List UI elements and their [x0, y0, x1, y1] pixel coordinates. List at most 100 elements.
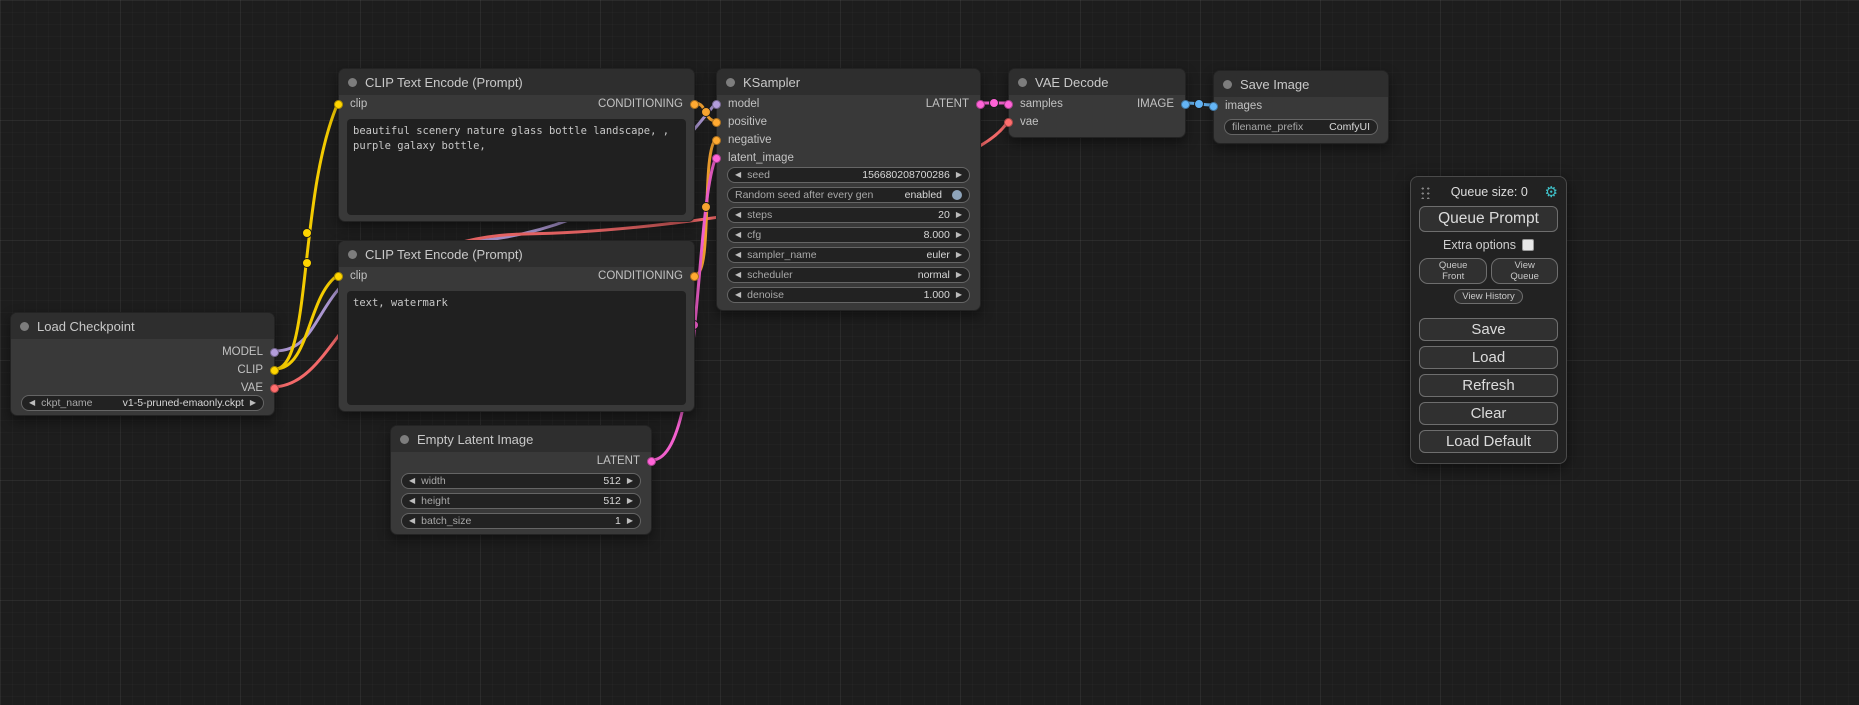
- node-load-checkpoint[interactable]: Load Checkpoint MODEL CLIP VAE ◀ ckpt_na…: [10, 312, 275, 416]
- collapse-dot-icon[interactable]: [400, 435, 409, 444]
- node-title-bar[interactable]: Empty Latent Image: [391, 426, 651, 452]
- comfyui-node-canvas[interactable]: { "colors": { "model": "#B39DDB", "clip"…: [0, 0, 1859, 705]
- input-port-vae-dot[interactable]: [1004, 118, 1013, 127]
- output-port-row: VAE: [241, 379, 279, 397]
- widget-steps[interactable]: ◀ steps 20 ▶: [727, 207, 970, 223]
- input-port-images-dot[interactable]: [1209, 102, 1218, 111]
- increment-arrow-icon[interactable]: ▶: [956, 267, 962, 283]
- widget-height[interactable]: ◀ height 512 ▶: [401, 493, 641, 509]
- node-title-bar[interactable]: CLIP Text Encode (Prompt): [339, 241, 694, 267]
- refresh-button[interactable]: Refresh: [1419, 374, 1558, 397]
- port-label-clip: clip: [350, 270, 367, 282]
- view-history-button[interactable]: View History: [1454, 289, 1523, 304]
- collapse-dot-icon[interactable]: [20, 322, 29, 331]
- node-title: CLIP Text Encode (Prompt): [365, 247, 523, 262]
- queue-prompt-button[interactable]: Queue Prompt: [1419, 206, 1558, 232]
- increment-arrow-icon[interactable]: ▶: [956, 287, 962, 303]
- widget-sampler-name[interactable]: ◀ sampler_name euler ▶: [727, 247, 970, 263]
- decrement-arrow-icon[interactable]: ◀: [735, 287, 741, 303]
- node-clip-text-encode-positive[interactable]: CLIP Text Encode (Prompt) clip CONDITION…: [338, 68, 695, 222]
- node-title-bar[interactable]: Load Checkpoint: [11, 313, 274, 339]
- node-empty-latent-image[interactable]: Empty Latent Image LATENT ◀ width 512 ▶ …: [390, 425, 652, 535]
- link-midpoint-dot: [990, 99, 999, 108]
- widget-value: ComfyUI: [1329, 119, 1370, 135]
- decrement-arrow-icon[interactable]: ◀: [409, 493, 415, 509]
- load-default-button[interactable]: Load Default: [1419, 430, 1558, 453]
- input-port-clip-dot[interactable]: [334, 100, 343, 109]
- widget-label: batch_size: [421, 513, 471, 529]
- load-button[interactable]: Load: [1419, 346, 1558, 369]
- output-port-latent-dot[interactable]: [647, 457, 656, 466]
- clear-button[interactable]: Clear: [1419, 402, 1558, 425]
- queue-front-button[interactable]: Queue Front: [1419, 258, 1487, 284]
- node-clip-text-encode-negative[interactable]: CLIP Text Encode (Prompt) clip CONDITION…: [338, 240, 695, 412]
- increment-arrow-icon[interactable]: ▶: [627, 473, 633, 489]
- input-port-row: vae: [1004, 113, 1039, 131]
- extra-options-checkbox[interactable]: [1522, 239, 1534, 251]
- output-port-image-dot[interactable]: [1181, 100, 1190, 109]
- widget-ckpt-name[interactable]: ◀ ckpt_name v1-5-pruned-emaonly.ckpt ▶: [21, 395, 264, 411]
- decrement-arrow-icon[interactable]: ◀: [735, 247, 741, 263]
- increment-arrow-icon[interactable]: ▶: [956, 247, 962, 263]
- input-port-samples-dot[interactable]: [1004, 100, 1013, 109]
- input-port-latent-image-dot[interactable]: [712, 154, 721, 163]
- view-queue-button[interactable]: View Queue: [1491, 258, 1558, 284]
- increment-arrow-icon[interactable]: ▶: [627, 493, 633, 509]
- collapse-dot-icon[interactable]: [726, 78, 735, 87]
- settings-gear-icon[interactable]: ⚙: [1545, 183, 1558, 201]
- collapse-dot-icon[interactable]: [1223, 80, 1232, 89]
- output-port-clip-dot[interactable]: [270, 366, 279, 375]
- node-title-bar[interactable]: Save Image: [1214, 71, 1388, 97]
- output-port-model-dot[interactable]: [270, 348, 279, 357]
- node-save-image[interactable]: Save Image images filename_prefix ComfyU…: [1213, 70, 1389, 144]
- decrement-arrow-icon[interactable]: ◀: [735, 167, 741, 183]
- input-port-negative-dot[interactable]: [712, 136, 721, 145]
- node-ksampler[interactable]: KSampler model positive negative latent_…: [716, 68, 981, 311]
- node-vae-decode[interactable]: VAE Decode samples vae IMAGE: [1008, 68, 1186, 138]
- increment-arrow-icon[interactable]: ▶: [956, 167, 962, 183]
- collapse-dot-icon[interactable]: [1018, 78, 1027, 87]
- link-midpoint-dot: [1195, 100, 1204, 109]
- input-port-row: positive: [712, 113, 767, 131]
- decrement-arrow-icon[interactable]: ◀: [735, 267, 741, 283]
- decrement-arrow-icon[interactable]: ◀: [409, 513, 415, 529]
- save-button[interactable]: Save: [1419, 318, 1558, 341]
- decrement-arrow-icon[interactable]: ◀: [409, 473, 415, 489]
- widget-seed[interactable]: ◀ seed 156680208700286 ▶: [727, 167, 970, 183]
- collapse-dot-icon[interactable]: [348, 250, 357, 259]
- node-title-bar[interactable]: KSampler: [717, 69, 980, 95]
- increment-arrow-icon[interactable]: ▶: [627, 513, 633, 529]
- decrement-arrow-icon[interactable]: ◀: [29, 395, 35, 411]
- widget-cfg[interactable]: ◀ cfg 8.000 ▶: [727, 227, 970, 243]
- decrement-arrow-icon[interactable]: ◀: [735, 227, 741, 243]
- input-port-positive-dot[interactable]: [712, 118, 721, 127]
- widget-width[interactable]: ◀ width 512 ▶: [401, 473, 641, 489]
- collapse-dot-icon[interactable]: [348, 78, 357, 87]
- widget-batch-size[interactable]: ◀ batch_size 1 ▶: [401, 513, 641, 529]
- increment-arrow-icon[interactable]: ▶: [956, 227, 962, 243]
- widget-scheduler[interactable]: ◀ scheduler normal ▶: [727, 267, 970, 283]
- decrement-arrow-icon[interactable]: ◀: [735, 207, 741, 223]
- increment-arrow-icon[interactable]: ▶: [250, 395, 256, 411]
- widget-random-seed-toggle[interactable]: Random seed after every gen enabled: [727, 187, 970, 203]
- link-midpoint-dot: [303, 259, 312, 268]
- port-label-conditioning: CONDITIONING: [598, 270, 683, 282]
- output-port-vae-dot[interactable]: [270, 384, 279, 393]
- widget-denoise[interactable]: ◀ denoise 1.000 ▶: [727, 287, 970, 303]
- prompt-textarea[interactable]: text, watermark: [347, 291, 686, 405]
- drag-handle-icon[interactable]: [1419, 185, 1430, 199]
- output-port-conditioning-dot[interactable]: [690, 272, 699, 281]
- node-title-bar[interactable]: VAE Decode: [1009, 69, 1185, 95]
- port-label-clip: clip: [350, 98, 367, 110]
- prompt-textarea[interactable]: beautiful scenery nature glass bottle la…: [347, 119, 686, 215]
- output-port-latent-dot[interactable]: [976, 100, 985, 109]
- widget-filename-prefix[interactable]: filename_prefix ComfyUI: [1224, 119, 1378, 135]
- output-port-conditioning-dot[interactable]: [690, 100, 699, 109]
- input-port-clip-dot[interactable]: [334, 272, 343, 281]
- input-port-model-dot[interactable]: [712, 100, 721, 109]
- widget-value: 1.000: [924, 287, 950, 303]
- node-title-bar[interactable]: CLIP Text Encode (Prompt): [339, 69, 694, 95]
- widget-value: 512: [603, 493, 621, 509]
- increment-arrow-icon[interactable]: ▶: [956, 207, 962, 223]
- toggle-indicator-icon[interactable]: [952, 190, 962, 200]
